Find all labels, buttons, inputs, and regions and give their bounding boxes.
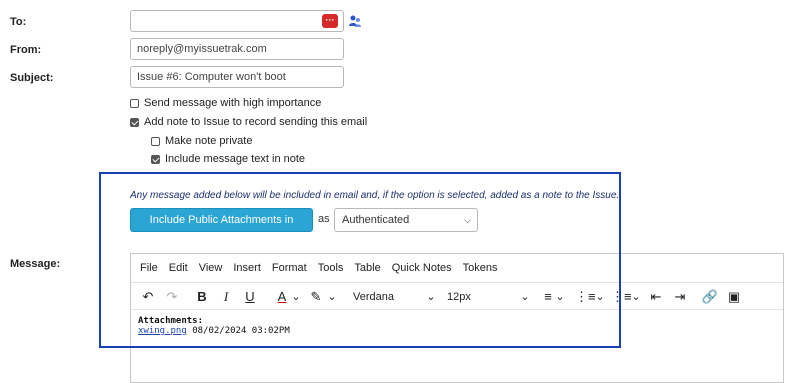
- attachments-heading: Attachments:: [138, 316, 204, 326]
- rich-text-editor[interactable]: File Edit View Insert Format Tools Table…: [130, 253, 784, 383]
- menu-tools[interactable]: Tools: [318, 262, 344, 274]
- menu-tokens[interactable]: Tokens: [463, 262, 498, 274]
- image-icon[interactable]: ▣: [725, 283, 743, 311]
- text-color-chevron-icon[interactable]: ⌄: [291, 283, 301, 311]
- outdent-icon[interactable]: ⇤: [647, 283, 665, 311]
- from-input[interactable]: noreply@myissuetrak.com: [130, 38, 344, 60]
- to-label: To:: [10, 16, 27, 28]
- access-select[interactable]: Authenticated ⌵: [334, 208, 478, 232]
- menu-insert[interactable]: Insert: [233, 262, 261, 274]
- menu-edit[interactable]: Edit: [169, 262, 188, 274]
- font-size-select[interactable]: 12px: [447, 283, 517, 311]
- bullet-list-chevron-icon[interactable]: ⌄: [595, 283, 605, 311]
- editor-menubar: File Edit View Insert Format Tools Table…: [131, 254, 783, 282]
- menu-table[interactable]: Table: [354, 262, 380, 274]
- menu-file[interactable]: File: [140, 262, 158, 274]
- editor-content[interactable]: Attachments: xwing.png 08/02/2024 03:02P…: [138, 316, 290, 336]
- font-family-chevron-icon[interactable]: ⌄: [425, 283, 437, 311]
- italic-icon[interactable]: I: [217, 283, 235, 311]
- address-book-icon[interactable]: [348, 14, 362, 28]
- attachment-link[interactable]: xwing.png: [138, 326, 187, 336]
- attachment-date: 08/02/2024 03:02PM: [192, 326, 290, 336]
- undo-icon[interactable]: ↶: [139, 283, 157, 311]
- editor-toolbar: ↶ ↷ B I U A ⌄ ✎ ⌄ Verdana ⌄ 12px ⌄ ≡ ⌄ ⋮…: [131, 282, 783, 310]
- from-label: From:: [10, 44, 42, 56]
- link-icon[interactable]: 🔗: [701, 283, 719, 311]
- font-family-select[interactable]: Verdana: [353, 283, 423, 311]
- attachments-note: Any message added below will be included…: [130, 190, 620, 201]
- subject-label: Subject:: [10, 72, 54, 84]
- bold-icon[interactable]: B: [193, 283, 211, 311]
- text-color-icon[interactable]: A: [273, 283, 291, 311]
- redo-icon[interactable]: ↷: [163, 283, 181, 311]
- highlight-color-icon[interactable]: ✎: [307, 283, 325, 311]
- add-note-checkbox[interactable]: [130, 117, 139, 127]
- message-label: Message:: [10, 258, 61, 270]
- as-label: as: [318, 213, 330, 225]
- underline-icon[interactable]: U: [241, 283, 259, 311]
- more-options-button[interactable]: ···: [322, 14, 338, 28]
- access-select-value: Authenticated: [342, 214, 410, 226]
- highlight-chevron-icon[interactable]: ⌄: [327, 283, 337, 311]
- high-importance-checkbox[interactable]: [130, 98, 139, 108]
- numbered-list-icon[interactable]: ⋮≡: [611, 283, 632, 311]
- private-note-label: Make note private: [165, 135, 253, 147]
- private-note-checkbox[interactable]: [151, 136, 160, 146]
- menu-view[interactable]: View: [199, 262, 223, 274]
- high-importance-option[interactable]: Send message with high importance: [130, 97, 321, 109]
- include-text-option[interactable]: Include message text in note: [151, 153, 305, 165]
- add-note-option[interactable]: Add note to Issue to record sending this…: [130, 116, 367, 128]
- add-note-label: Add note to Issue to record sending this…: [144, 116, 368, 128]
- chevron-down-icon: ⌵: [464, 215, 471, 225]
- menu-quick-notes[interactable]: Quick Notes: [392, 262, 452, 274]
- font-size-chevron-icon[interactable]: ⌄: [519, 283, 531, 311]
- menu-format[interactable]: Format: [272, 262, 307, 274]
- indent-icon[interactable]: ⇥: [671, 283, 689, 311]
- to-input[interactable]: [130, 10, 344, 32]
- include-text-checkbox[interactable]: [151, 154, 160, 164]
- numbered-list-chevron-icon[interactable]: ⌄: [631, 283, 641, 311]
- bullet-list-icon[interactable]: ⋮≡: [575, 283, 596, 311]
- subject-input[interactable]: Issue #6: Computer won't boot: [130, 66, 344, 88]
- include-attachments-button[interactable]: Include Public Attachments in Message: [130, 208, 313, 248]
- private-note-option[interactable]: Make note private: [151, 135, 252, 147]
- include-text-label: Include message text in note: [165, 153, 306, 165]
- high-importance-label: Send message with high importance: [144, 97, 322, 109]
- align-chevron-icon[interactable]: ⌄: [555, 283, 565, 311]
